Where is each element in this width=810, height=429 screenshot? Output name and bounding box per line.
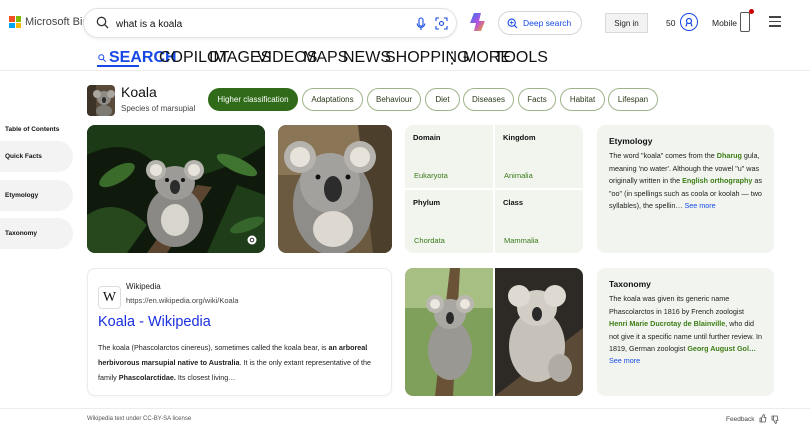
classification-value: Chordata (414, 236, 445, 245)
classification-grid: Domain Eukaryota Kingdom Animalia Phylum… (405, 125, 583, 253)
footer: Wikipedia text under CC-BY-SA license Fe… (0, 408, 810, 429)
search-icon[interactable] (96, 16, 109, 29)
toc-item-etymology[interactable]: Etymology (0, 180, 73, 211)
toc-item-quick-facts[interactable]: Quick Facts (0, 141, 73, 172)
microphone-icon[interactable] (416, 17, 426, 31)
wikipedia-logo-icon: W (98, 286, 121, 309)
goldfuss-link[interactable]: Georg August Gol… (687, 344, 756, 353)
blainville-link[interactable]: Henri Marie Ducrotay de Blainville (609, 319, 725, 328)
tab-news[interactable]: NEWS (343, 49, 391, 66)
classification-value: Mammalia (504, 236, 539, 245)
rewards-icon[interactable] (680, 13, 698, 31)
entity-name: Koala (121, 84, 157, 100)
notification-dot (749, 9, 754, 14)
etymology-title: Etymology (609, 136, 653, 146)
classification-key: Phylum (413, 198, 441, 207)
deep-search-button[interactable]: Deep search (498, 11, 583, 35)
rewards-points[interactable]: 50 (666, 18, 675, 28)
pill-diseases[interactable]: Diseases (463, 88, 514, 111)
tab-search-icon (98, 54, 106, 62)
pill-adaptations[interactable]: Adaptations (302, 88, 363, 111)
taxonomy-title: Taxonomy (609, 279, 651, 289)
classification-cell-domain[interactable]: Domain Eukaryota (405, 125, 493, 188)
koala-image-2[interactable] (278, 125, 392, 253)
more-dots-icon: ⋮ (444, 50, 460, 67)
tab-maps[interactable]: MAPS (303, 49, 348, 66)
tab-tools[interactable]: TOOLS (494, 49, 548, 66)
search-input[interactable] (116, 15, 366, 33)
dharug-link[interactable]: Dharug (717, 151, 742, 160)
koala-image-1[interactable] (87, 125, 265, 253)
visual-search-badge-icon[interactable] (247, 235, 257, 245)
bing-logo[interactable]: Microsoft Bing (9, 16, 95, 28)
active-tab-indicator (97, 65, 139, 67)
trophy-icon (685, 17, 693, 27)
mobile-label[interactable]: Mobile (712, 18, 737, 28)
microsoft-logo-icon (9, 16, 21, 28)
classification-key: Kingdom (503, 133, 536, 142)
pill-higher-classification[interactable]: Higher classification (208, 88, 298, 111)
etymology-text: The word "koala" comes from the Dharug g… (609, 151, 762, 211)
deep-search-label: Deep search (523, 18, 572, 28)
taxonomy-see-more-link[interactable]: See more (609, 356, 640, 365)
copilot-icon[interactable] (468, 11, 488, 33)
classification-value: Animalia (504, 171, 533, 180)
etymology-card: Etymology The word "koala" comes from th… (597, 125, 774, 253)
result-url[interactable]: https://en.wikipedia.org/wiki/Koala (126, 296, 239, 305)
pill-facts[interactable]: Facts (518, 88, 556, 111)
classification-key: Class (503, 198, 524, 207)
pill-habitat[interactable]: Habitat (560, 88, 605, 111)
hamburger-menu-icon[interactable] (769, 16, 781, 30)
koala-image-3[interactable] (405, 268, 583, 396)
visual-search-icon[interactable] (435, 17, 448, 30)
thumbs-up-icon[interactable] (759, 414, 767, 423)
pill-behaviour[interactable]: Behaviour (367, 88, 421, 111)
thumbs-down-icon[interactable] (771, 415, 779, 424)
english-orthography-link[interactable]: English orthography (682, 176, 752, 185)
taxonomy-text: The koala was given its generic name Pha… (609, 294, 763, 366)
feedback-label[interactable]: Feedback (726, 416, 755, 423)
taxonomy-card: Taxonomy The koala was given its generic… (597, 268, 774, 396)
search-box[interactable] (83, 8, 457, 38)
etymology-see-more-link[interactable]: See more (685, 201, 716, 210)
sign-in-button[interactable]: Sign in (605, 13, 648, 33)
result-source[interactable]: Wikipedia (126, 282, 161, 291)
pill-lifespan[interactable]: Lifespan (608, 88, 658, 111)
result-snippet: The koala (Phascolarctos cinereus), some… (98, 343, 371, 382)
classification-cell-class[interactable]: Class Mammalia (495, 190, 583, 253)
classification-cell-phylum[interactable]: Phylum Chordata (405, 190, 493, 253)
classification-cell-kingdom[interactable]: Kingdom Animalia (495, 125, 583, 188)
wikipedia-result-card: W Wikipedia https://en.wikipedia.org/wik… (87, 268, 392, 396)
header: Microsoft Bing Deep search Sign in 50 Mo… (0, 0, 810, 72)
result-title-link[interactable]: Koala - Wikipedia (98, 314, 211, 330)
license-text[interactable]: Wikipedia text under CC-BY-SA license (87, 416, 191, 422)
entity-subtitle: Species of marsupial (121, 104, 196, 113)
header-divider (0, 70, 810, 71)
classification-value: Eukaryota (414, 171, 448, 180)
toc-item-taxonomy[interactable]: Taxonomy (0, 218, 73, 249)
toc-title: Table of Contents (5, 126, 60, 133)
pill-diet[interactable]: Diet (425, 88, 460, 111)
classification-key: Domain (413, 133, 441, 142)
deep-search-icon (507, 18, 518, 28)
mobile-phone-icon[interactable] (740, 9, 754, 32)
koala-thumbnail[interactable] (87, 85, 115, 116)
